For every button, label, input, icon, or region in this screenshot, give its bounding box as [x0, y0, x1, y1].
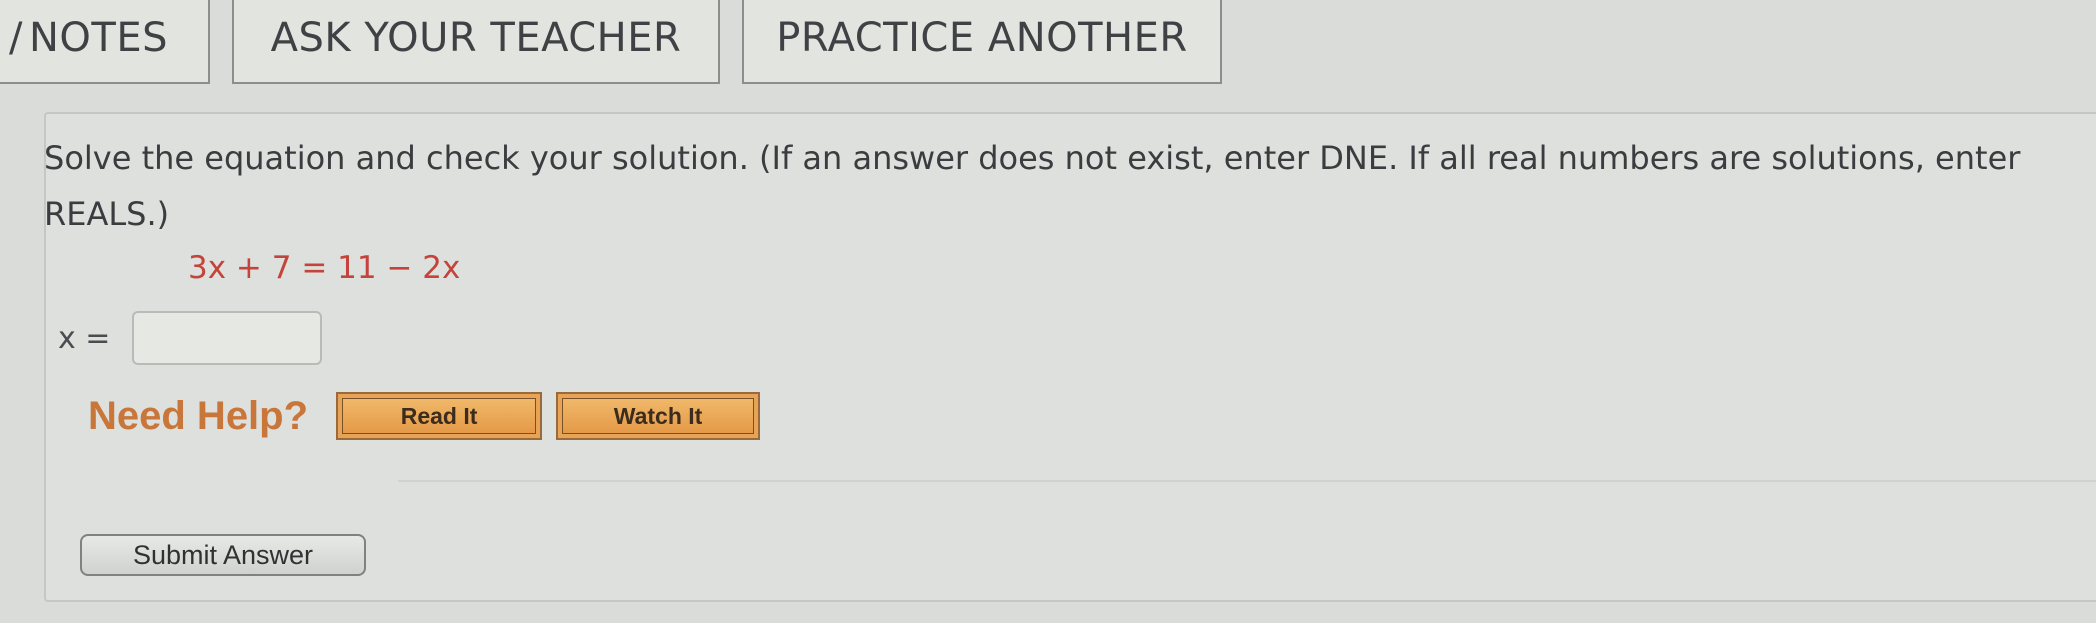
watch-it-button[interactable]: Watch It: [556, 392, 761, 440]
tab-notes-label: NOTES: [28, 15, 168, 61]
answer-input[interactable]: [132, 311, 323, 365]
read-it-button[interactable]: Read It: [336, 392, 543, 440]
question-prompt: Solve the equation and check your soluti…: [44, 139, 2021, 233]
tab-practice-label: PRACTICE ANOTHER: [776, 15, 1188, 61]
read-it-label: Read It: [342, 398, 537, 434]
submit-answer-label: Submit Answer: [132, 539, 314, 570]
answer-row: x =: [58, 310, 323, 366]
tab-ask-label: ASK YOUR TEACHER: [270, 15, 682, 61]
watch-it-label: Watch It: [562, 398, 755, 434]
answer-label: x =: [58, 320, 111, 356]
notes-mark: /: [9, 15, 23, 61]
need-help-label: Need Help?: [88, 393, 309, 438]
tab-practice-another[interactable]: PRACTICE ANOTHER: [742, 0, 1222, 84]
equation: 3x + 7 = 11 − 2x: [188, 250, 461, 286]
tab-notes[interactable]: / NOTES: [0, 0, 210, 84]
need-help-row: Need Help? Read It Watch It: [88, 388, 774, 444]
tab-ask-your-teacher[interactable]: ASK YOUR TEACHER: [232, 0, 720, 84]
tab-bar: / NOTES ASK YOUR TEACHER PRACTICE ANOTHE…: [0, 0, 2096, 90]
divider: [398, 480, 2096, 482]
submit-answer-button[interactable]: Submit Answer: [80, 534, 366, 576]
